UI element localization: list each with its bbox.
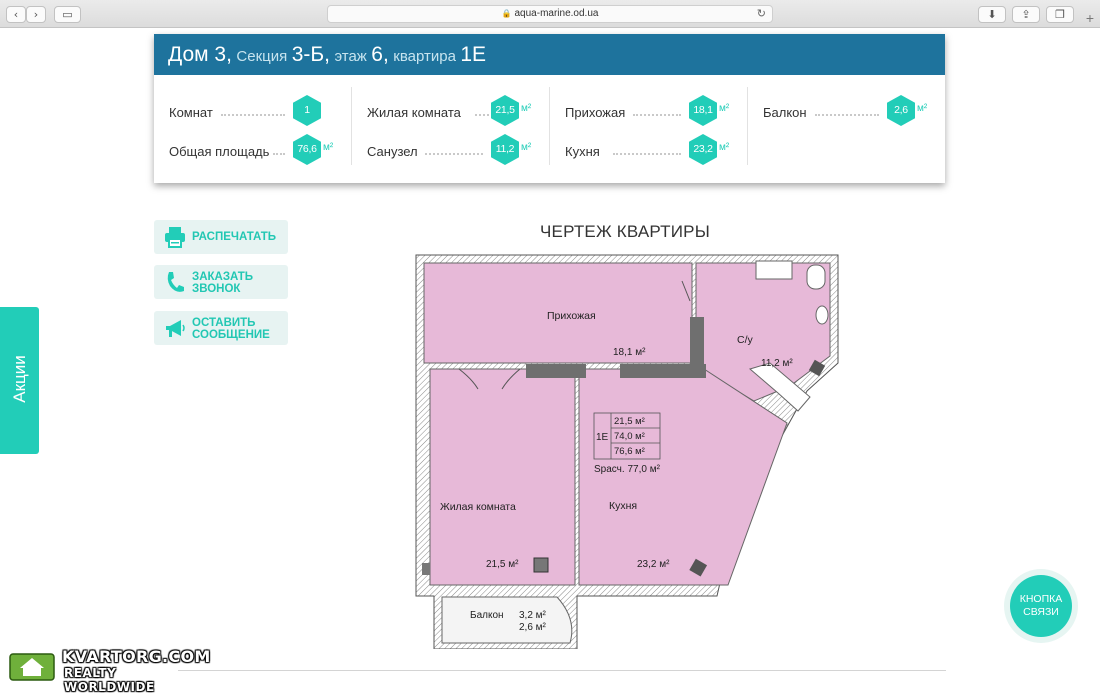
kitchen-label: Кухня [609, 500, 637, 512]
unit-label: м² [323, 142, 334, 153]
living-room-label: Жилая комната [440, 501, 516, 513]
stat-label: Общая площадь [169, 144, 270, 159]
stat-label: Комнат [169, 105, 213, 120]
floor-label: этаж [334, 48, 367, 65]
apartment-stats: Комнат 1 Общая площадь 76,6 м² Жилая ком… [154, 75, 945, 183]
house-logo-icon [9, 653, 55, 681]
unit-label: м² [917, 103, 928, 114]
watermark-line1: KVARTORG.COM [62, 647, 211, 666]
chevron-right-icon[interactable]: › [26, 6, 46, 23]
share-icon[interactable]: ⇪ [1012, 6, 1040, 23]
stat-bathroom: Санузел 11,2 м² [367, 134, 549, 168]
summary-total-balcony: 76,6 м² [614, 446, 645, 457]
stat-value-badge: 18,1 [689, 95, 717, 126]
leave-message-line1: Оставить [192, 317, 256, 329]
stat-value-badge: 11,2 [491, 134, 519, 165]
room-balcony [441, 596, 573, 644]
floor-plan-drawing: 1Е 21,5 м² 74,0 м² 76,6 м² Sрасч. 77,0 м… [415, 254, 839, 650]
request-call-button[interactable]: Заказать звонок [154, 265, 288, 299]
stat-label: Жилая комната [367, 105, 461, 120]
unit-label: м² [521, 142, 532, 153]
floor-plan: 1Е 21,5 м² 74,0 м² 76,6 м² Sрасч. 77,0 м… [412, 251, 842, 650]
sidebar-icon[interactable]: ▭ [54, 6, 81, 23]
phone-icon [167, 272, 184, 292]
apartment-value: 1Е [460, 43, 487, 66]
bathroom-area: 11,2 м² [761, 358, 793, 369]
balcony-area-2: 2,6 м² [519, 622, 547, 633]
hallway-area: 18,1 м² [613, 347, 646, 358]
summary-total: 74,0 м² [614, 431, 645, 442]
print-label: Распечатать [192, 231, 277, 243]
stat-balcony: Балкон 2,6 м² [763, 95, 945, 129]
hallway-label: Прихожая [547, 310, 596, 322]
living-room-area: 21,5 м² [486, 559, 519, 570]
stats-column: Жилая комната 21,5 м² Санузел 11,2 м² [352, 87, 550, 165]
balcony-label: Балкон [470, 610, 504, 621]
download-icon[interactable]: ⬇ [978, 6, 1006, 23]
unit-label: м² [521, 103, 532, 114]
stats-column: Комнат 1 Общая площадь 76,6 м² [154, 87, 352, 165]
house-number: Дом 3, [168, 43, 232, 66]
tabs-icon[interactable]: ❐ [1046, 6, 1074, 23]
stat-living-room: Жилая комната 21,5 м² [367, 95, 549, 129]
apartment-title: Дом 3, Секция 3-Б, этаж 6, квартира 1Е [154, 34, 945, 75]
room-living [429, 368, 576, 586]
stat-hallway: Прихожая 18,1 м² [565, 95, 747, 129]
divider [178, 670, 946, 671]
reload-icon[interactable]: ↻ [757, 6, 766, 22]
contact-button[interactable]: КНОПКА СВЯЗИ [1004, 569, 1078, 643]
leave-message-line2: сообщение [192, 329, 270, 341]
plan-title: ЧЕРТЕЖ КВАРТИРЫ [540, 222, 710, 241]
stats-column: Прихожая 18,1 м² Кухня 23,2 м² [550, 87, 748, 165]
chevron-left-icon[interactable]: ‹ [6, 6, 26, 23]
stat-value-badge: 23,2 [689, 134, 717, 165]
request-call-line2: звонок [192, 283, 241, 295]
browser-toolbar: ‹ › ▭ 🔒 aqua-marine.od.ua ↻ ⬇ ⇪ ❐ + [0, 0, 1100, 28]
plus-icon[interactable]: + [1082, 10, 1098, 26]
unit-label: м² [719, 103, 730, 114]
bathroom-label: С/у [737, 334, 754, 346]
section-value: 3-Б, [291, 43, 330, 66]
lock-icon: 🔒 [501, 9, 512, 18]
url-text: aqua-marine.od.ua [514, 8, 599, 19]
summary-living: 21,5 м² [614, 416, 645, 427]
stat-label: Санузел [367, 144, 418, 159]
stat-label: Кухня [565, 144, 600, 159]
unit-label: м² [719, 142, 730, 153]
watermark: KVARTORG.COM REALTY WORLDWIDE [6, 644, 210, 694]
apartment-info-card: Дом 3, Секция 3-Б, этаж 6, квартира 1Е К… [154, 34, 945, 183]
request-call-line1: Заказать [192, 271, 254, 283]
leave-message-button[interactable]: Оставить сообщение [154, 311, 288, 345]
promotions-tab[interactable]: Акции [0, 307, 39, 454]
stat-label: Балкон [763, 105, 807, 120]
contact-button-line2: СВЯЗИ [1023, 606, 1059, 618]
address-bar[interactable]: 🔒 aqua-marine.od.ua ↻ [327, 5, 773, 23]
section-label: Секция [236, 48, 288, 65]
stat-value-badge: 2,6 [887, 95, 915, 126]
stat-value-badge: 1 [293, 95, 321, 126]
kitchen-area: 23,2 м² [637, 559, 670, 570]
balcony-area-1: 3,2 м² [519, 610, 547, 621]
apartment-label: квартира [393, 48, 456, 65]
stat-total-area: Общая площадь 76,6 м² [169, 134, 351, 168]
stat-value-badge: 21,5 [491, 95, 519, 126]
stat-value-badge: 76,6 [293, 134, 321, 165]
stats-column: Балкон 2,6 м² [748, 87, 946, 165]
stat-label: Прихожая [565, 105, 626, 120]
floor-value: 6, [371, 43, 389, 66]
watermark-line2: REALTY WORLDWIDE [64, 666, 155, 694]
stat-rooms: Комнат 1 [169, 95, 351, 129]
stat-kitchen: Кухня 23,2 м² [565, 134, 747, 168]
print-button[interactable]: Распечатать [154, 220, 288, 254]
contact-button-line1: КНОПКА [1019, 593, 1063, 605]
printer-icon [165, 227, 185, 248]
megaphone-icon [166, 320, 185, 337]
promotions-tab-label: Акции [10, 355, 29, 403]
summary-apt: 1Е [596, 432, 609, 443]
summary-calc-area: Sрасч. 77,0 м² [594, 464, 661, 475]
